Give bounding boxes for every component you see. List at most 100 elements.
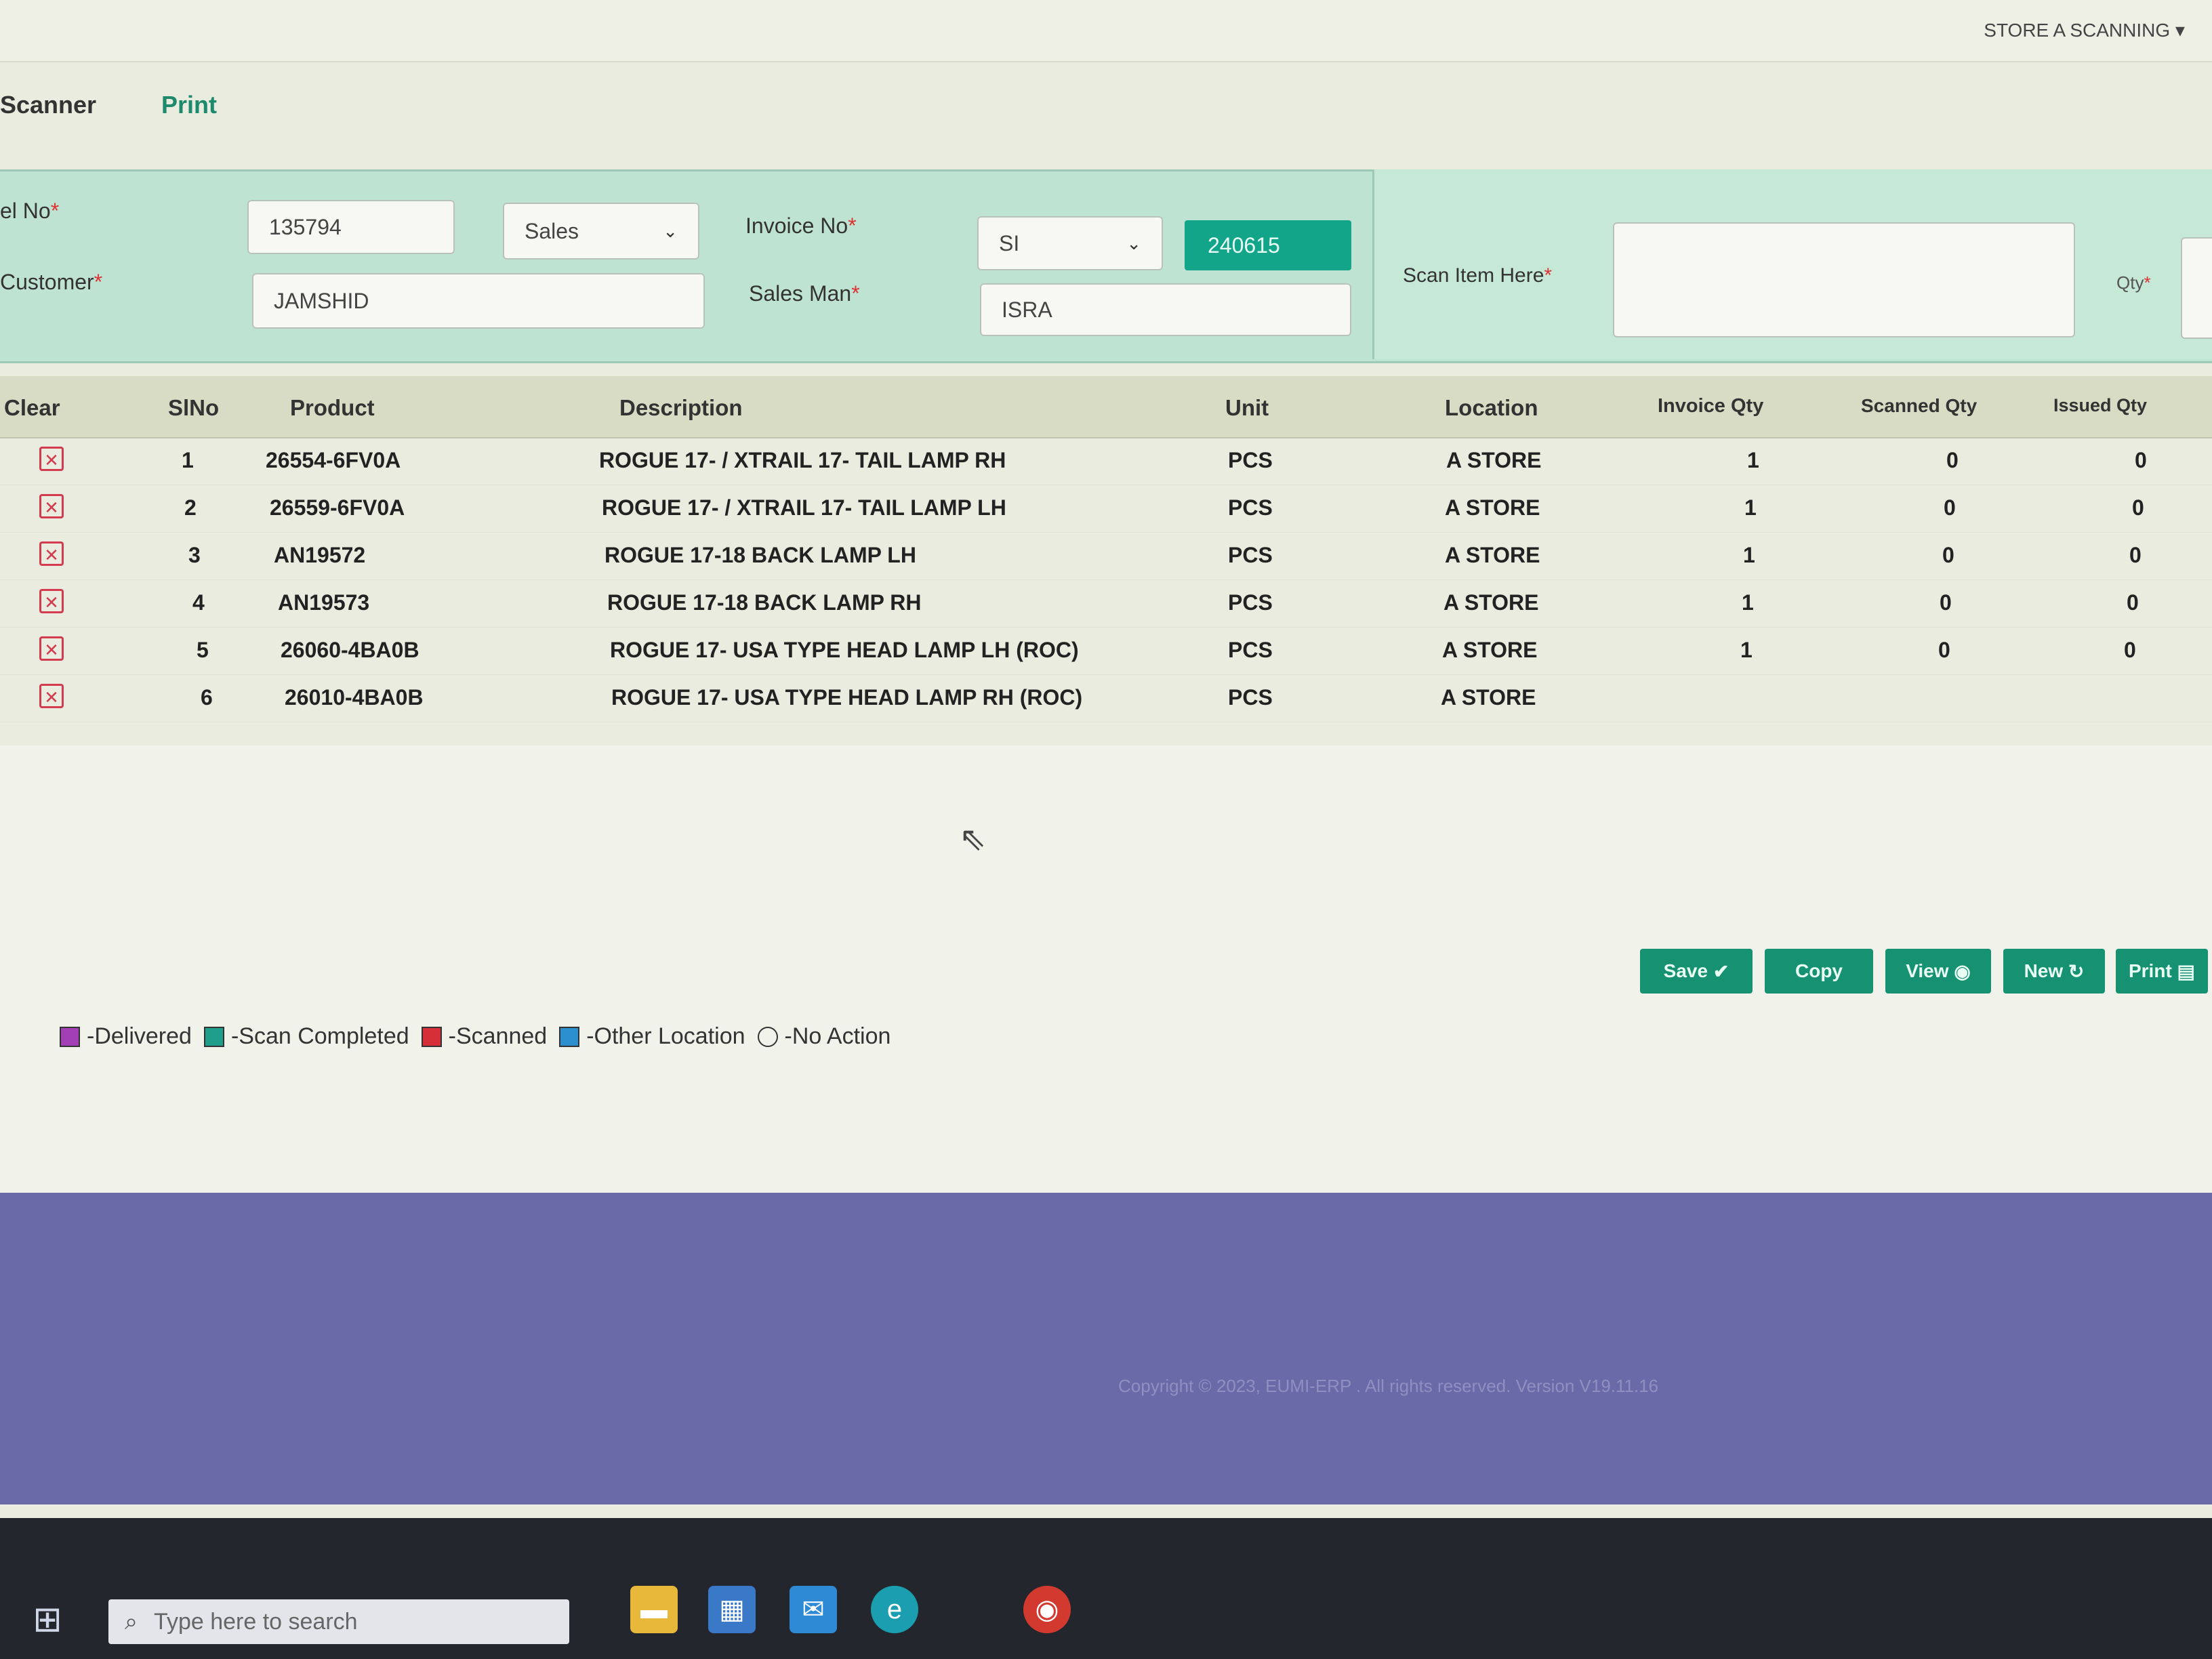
edge-icon[interactable]: e	[871, 1586, 918, 1633]
store-icon[interactable]: ▦	[708, 1586, 756, 1633]
cell-location: A STORE	[1441, 685, 1536, 710]
cell-scanned-qty: 0	[1942, 543, 1954, 567]
clear-row-button[interactable]: ✕	[39, 636, 64, 661]
cell-description: ROGUE 17- USA TYPE HEAD LAMP RH (ROC)	[611, 685, 1083, 710]
start-icon[interactable]: ⊞	[27, 1599, 68, 1640]
copy-button[interactable]: Copy	[1765, 949, 1873, 994]
clear-row-button[interactable]: ✕	[39, 541, 64, 566]
cell-unit: PCS	[1228, 495, 1273, 520]
cell-scanned-qty: 0	[1940, 590, 1952, 615]
invoice-number-field[interactable]: 240615	[1185, 220, 1351, 270]
customer-field[interactable]: JAMSHID	[252, 273, 705, 329]
sales-man-label: Sales Man*	[749, 281, 860, 306]
cell-issued-qty: 0	[2124, 638, 2136, 662]
col-unit: Unit	[1225, 395, 1269, 420]
cell-invoice-qty: 1	[1744, 495, 1757, 520]
clear-row-button[interactable]: ✕	[39, 494, 64, 518]
print-button[interactable]: Print ▤	[2116, 949, 2208, 994]
col-slno: SlNo	[168, 395, 220, 420]
legend-other-location: -Other Location	[586, 1023, 745, 1049]
col-issued-qty: Issued Qty	[2053, 395, 2148, 415]
cell-location: A STORE	[1443, 590, 1539, 615]
store-menu[interactable]: STORE A SCANNING ▾	[1984, 19, 2185, 41]
cell-issued-qty: 0	[2135, 448, 2147, 472]
table-row: ✕ 2 26559-6FV0A ROGUE 17- / XTRAIL 17- T…	[0, 485, 2212, 533]
cell-product: AN19573	[278, 590, 370, 615]
cell-invoice-qty: 1	[1743, 543, 1755, 567]
table-row: ✕ 4 AN19573 ROGUE 17-18 BACK LAMP RH PCS…	[0, 579, 2212, 628]
cell-scanned-qty: 0	[1946, 448, 1959, 472]
chrome-icon[interactable]: ◉	[1023, 1586, 1071, 1633]
invoice-prefix-select[interactable]: SI ⌄	[977, 216, 1163, 270]
table-header: Clear SlNo Product Description Unit Loca…	[0, 376, 2212, 438]
cell-location: A STORE	[1446, 448, 1542, 472]
col-scanned-qty: Scanned Qty	[1861, 395, 1978, 416]
qty-field[interactable]	[2181, 237, 2212, 339]
cell-unit: PCS	[1228, 543, 1273, 567]
type-select-value: Sales	[525, 218, 579, 243]
clear-row-button[interactable]: ✕	[39, 684, 64, 708]
scan-item-label: Scan Item Here*	[1403, 264, 1553, 287]
cell-issued-qty: 0	[2132, 495, 2144, 520]
clear-row-button[interactable]: ✕	[39, 589, 64, 613]
cell-description: ROGUE 17- / XTRAIL 17- TAIL LAMP LH	[602, 495, 1006, 520]
col-description: Description	[619, 395, 743, 420]
no-action-swatch	[757, 1026, 778, 1047]
cell-invoice-qty: 1	[1742, 590, 1754, 615]
taskbar-search-input[interactable]: ⌕ Type here to search	[108, 1599, 569, 1644]
chevron-down-icon: ⌄	[663, 220, 678, 241]
cell-unit: PCS	[1228, 638, 1273, 662]
copyright-text: Copyright © 2023, EUMI-ERP . All rights …	[1118, 1376, 1659, 1396]
scanned-swatch	[421, 1026, 442, 1047]
cell-slno: 4	[192, 590, 205, 615]
search-placeholder: Type here to search	[154, 1608, 358, 1635]
sales-man-field[interactable]: ISRA	[980, 283, 1351, 336]
scan-item-input[interactable]	[1613, 222, 2075, 337]
sel-no-label: el No*	[0, 199, 60, 223]
clear-row-button[interactable]: ✕	[39, 447, 64, 471]
other-location-swatch	[559, 1026, 580, 1047]
page-footer-band	[0, 1193, 2212, 1504]
save-button[interactable]: Save ✔	[1640, 949, 1753, 994]
chevron-down-icon: ⌄	[1126, 232, 1141, 253]
table-row: ✕ 5 26060-4BA0B ROGUE 17- USA TYPE HEAD …	[0, 627, 2212, 675]
scan-panel: Scan Item Here* Qty*	[1372, 169, 2212, 359]
cell-unit: PCS	[1228, 448, 1273, 472]
tab-print[interactable]: Print	[161, 91, 217, 119]
sel-no-field[interactable]: 135794	[247, 200, 455, 254]
new-button[interactable]: New ↻	[2003, 949, 2105, 994]
cell-description: ROGUE 17-18 BACK LAMP LH	[605, 543, 916, 567]
tab-scanner[interactable]: Scanner	[0, 91, 96, 119]
col-clear: Clear	[4, 395, 60, 420]
cell-unit: PCS	[1228, 685, 1273, 710]
legend-delivered: -Delivered	[87, 1023, 192, 1049]
cell-location: A STORE	[1445, 543, 1540, 567]
cell-issued-qty: 0	[2129, 543, 2142, 567]
type-select[interactable]: Sales ⌄	[503, 203, 699, 260]
cell-slno: 3	[188, 543, 201, 567]
qty-label: Qty*	[2116, 272, 2151, 293]
table-row: ✕ 1 26554-6FV0A ROGUE 17- / XTRAIL 17- T…	[0, 437, 2212, 485]
file-explorer-icon[interactable]: ▬	[630, 1586, 678, 1633]
search-icon: ⌕	[125, 1608, 138, 1635]
view-button[interactable]: View ◉	[1885, 949, 1991, 994]
cell-issued-qty: 0	[2127, 590, 2139, 615]
invoice-prefix-value: SI	[999, 230, 1020, 255]
cell-product: 26554-6FV0A	[266, 448, 401, 472]
mail-icon[interactable]: ✉	[790, 1586, 837, 1633]
store-menu-label: STORE A SCANNING	[1984, 20, 2171, 41]
cell-scanned-qty: 0	[1944, 495, 1956, 520]
status-legend: -Delivered -Scan Completed -Scanned -Oth…	[47, 1023, 890, 1050]
legend-scan-completed: -Scan Completed	[230, 1023, 409, 1049]
invoice-no-label: Invoice No*	[745, 213, 857, 238]
cell-slno: 2	[184, 495, 197, 520]
legend-no-action: -No Action	[784, 1023, 891, 1049]
cell-description: ROGUE 17-18 BACK LAMP RH	[607, 590, 922, 615]
cell-slno: 1	[182, 448, 194, 472]
cell-product: 26559-6FV0A	[270, 495, 405, 520]
cell-scanned-qty: 0	[1938, 638, 1950, 662]
cell-product: 26060-4BA0B	[281, 638, 419, 662]
delivered-swatch	[60, 1026, 80, 1047]
windows-taskbar: ⊞ ⌕ Type here to search ▬ ▦ ✉ e ◉	[0, 1518, 2212, 1659]
customer-label: Customer*	[0, 270, 103, 294]
